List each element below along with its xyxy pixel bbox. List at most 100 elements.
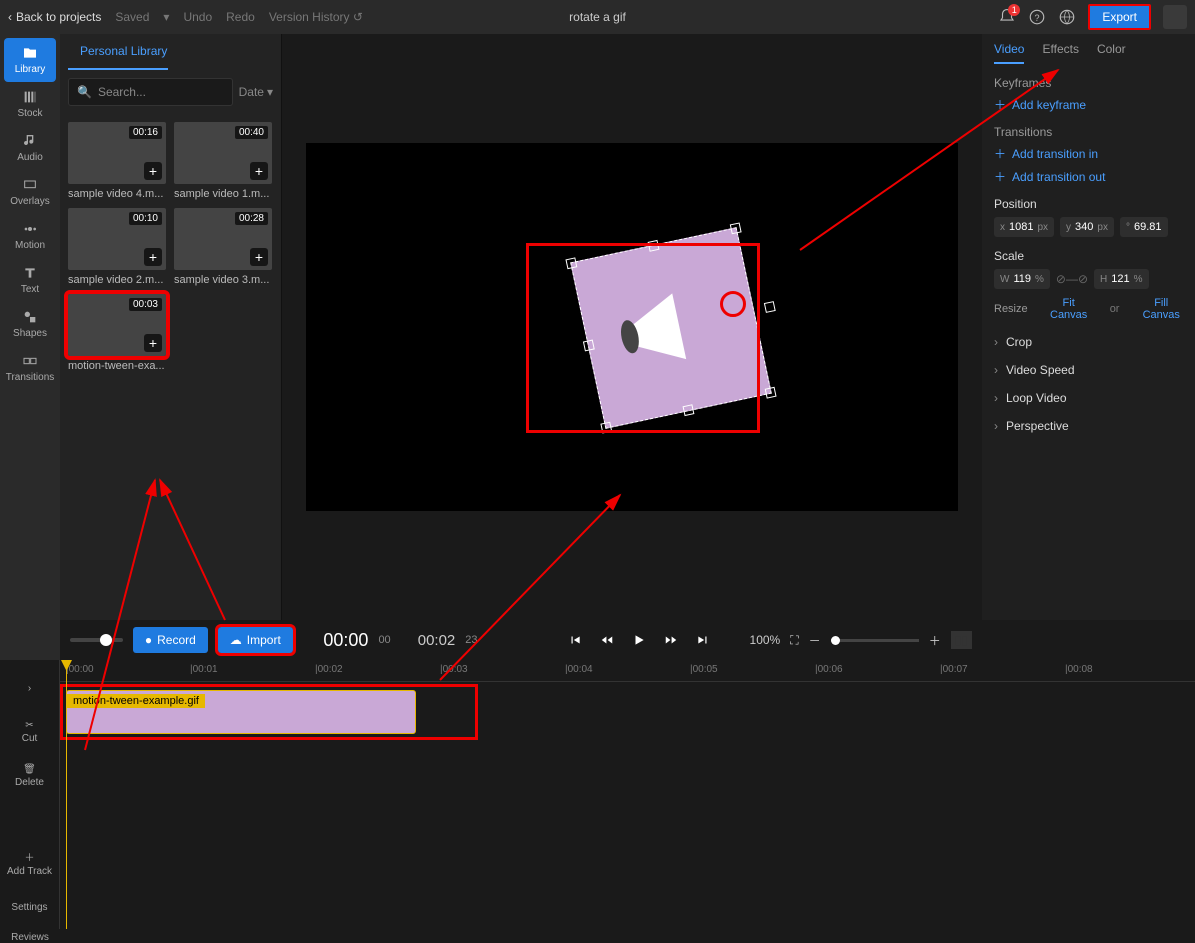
add-button[interactable]: + [144, 248, 162, 266]
accordion-crop[interactable]: Crop [994, 335, 1183, 349]
zoom-slider[interactable] [831, 639, 919, 642]
sidebar-tab-transitions[interactable]: Transitions [4, 346, 56, 390]
sidebar-tab-motion[interactable]: Motion [4, 214, 56, 258]
project-title[interactable]: rotate a gif [569, 10, 626, 24]
import-button[interactable]: ☁ Import [218, 627, 293, 653]
sidebar-label: Library [15, 64, 46, 75]
accordion-loop-video[interactable]: Loop Video [994, 391, 1183, 405]
skip-end-icon[interactable] [696, 633, 710, 647]
canvas[interactable] [306, 143, 958, 511]
collapse-button[interactable]: › [4, 666, 56, 710]
rotation-input[interactable]: °69.81 [1120, 217, 1168, 237]
fit-canvas-button[interactable]: Fit Canvas [1048, 297, 1090, 321]
timeline[interactable]: |00:00 |00:01 |00:02 |00:03 |00:04 |00:0… [60, 660, 1195, 929]
play-icon[interactable] [632, 633, 646, 647]
help-icon[interactable]: ? [1028, 8, 1046, 26]
library-item[interactable]: 00:10+sample video 2.m... [68, 208, 166, 286]
or-label: or [1110, 303, 1120, 315]
split-view-icon[interactable]: ▮▮ [951, 631, 972, 649]
version-history-button[interactable]: Version History ↺ [269, 10, 363, 24]
section-transitions: Transitions [994, 125, 1183, 139]
timeline-ruler[interactable]: |00:00 |00:01 |00:02 |00:03 |00:04 |00:0… [60, 660, 1195, 682]
delete-button[interactable]: 🗑Delete [4, 754, 56, 798]
sidebar-tab-text[interactable]: Text [4, 258, 56, 302]
fill-canvas-button[interactable]: Fill Canvas [1139, 297, 1183, 321]
record-button[interactable]: ●Record [133, 627, 208, 653]
duration-badge: 00:28 [235, 212, 268, 225]
redo-button[interactable]: Redo [226, 10, 255, 24]
position-x-input[interactable]: x1081px [994, 217, 1054, 237]
library-item[interactable]: 00:28+sample video 3.m... [174, 208, 272, 286]
add-track-button[interactable]: ＋Add Track [4, 841, 56, 885]
motion-icon [21, 221, 39, 237]
plus-icon: ＋ [994, 145, 1006, 162]
volume-slider[interactable] [70, 638, 123, 642]
trash-icon: 🗑 [23, 764, 36, 775]
scale-w-input[interactable]: W119% [994, 269, 1050, 289]
link-label: Add transition out [1012, 170, 1105, 184]
sidebar-label: Audio [17, 152, 43, 163]
add-button[interactable]: + [144, 334, 162, 352]
forward-icon[interactable] [664, 633, 678, 647]
overlays-icon [21, 177, 39, 193]
add-transition-in-button[interactable]: ＋ Add transition in [994, 145, 1183, 162]
library-item[interactable]: 00:16+sample video 4.m... [68, 122, 166, 200]
globe-icon[interactable] [1058, 8, 1076, 26]
add-button[interactable]: + [250, 162, 268, 180]
add-transition-out-button[interactable]: ＋Add transition out [994, 168, 1183, 185]
history-icon: ↺ [353, 10, 363, 24]
rewind-icon[interactable] [600, 633, 614, 647]
accordion-video-speed[interactable]: Video Speed [994, 363, 1183, 377]
properties-panel: Video Effects Color Keyframes ＋Add keyfr… [982, 34, 1195, 620]
back-label: Back to projects [16, 10, 101, 24]
back-button[interactable]: ‹ Back to projects [8, 10, 101, 24]
item-name: sample video 4.m... [68, 188, 166, 200]
cut-button[interactable]: ✂Cut [4, 710, 56, 754]
rotation-handle[interactable] [764, 301, 776, 313]
zoom-level: 100% [750, 633, 781, 647]
accordion-perspective[interactable]: Perspective [994, 419, 1183, 433]
section-keyframes: Keyframes [994, 76, 1183, 90]
search-input[interactable]: 🔍 Search... [68, 78, 233, 106]
cloud-icon: ☁ [230, 633, 242, 647]
library-item-selected[interactable]: 00:03+motion-tween-exa... [68, 294, 166, 372]
date-sort[interactable]: Date▾ [239, 85, 273, 99]
ruler-tick: |00:03 [440, 664, 468, 675]
search-icon: 🔍 [77, 85, 92, 99]
add-button[interactable]: + [144, 162, 162, 180]
settings-button[interactable]: Settings [4, 885, 56, 929]
undo-button[interactable]: Undo [183, 10, 212, 24]
export-button[interactable]: Export [1088, 4, 1151, 30]
sidebar-tab-library[interactable]: Library [4, 38, 56, 82]
value: 121 [1111, 273, 1129, 285]
sidebar-tab-audio[interactable]: Audio [4, 126, 56, 170]
fullscreen-icon[interactable]: ⛶ [790, 633, 798, 648]
scissors-icon: ✂ [25, 720, 33, 731]
import-label: Import [247, 633, 281, 647]
sidebar-tab-overlays[interactable]: Overlays [4, 170, 56, 214]
add-button[interactable]: + [250, 248, 268, 266]
preview-area [282, 34, 982, 620]
tab-effects[interactable]: Effects [1042, 42, 1078, 64]
link-label: Add transition in [1012, 147, 1098, 161]
add-keyframe-button[interactable]: ＋Add keyframe [994, 96, 1183, 113]
tab-video[interactable]: Video [994, 42, 1024, 64]
notifications-icon[interactable]: 1 [998, 8, 1016, 26]
position-y-input[interactable]: y340px [1060, 217, 1114, 237]
link-scale-icon[interactable]: ⊘—⊘ [1056, 272, 1088, 286]
saved-dropdown-icon[interactable]: ▾ [163, 10, 169, 24]
tab-color[interactable]: Color [1097, 42, 1126, 64]
playhead[interactable] [66, 660, 67, 929]
avatar[interactable] [1163, 5, 1187, 29]
skip-start-icon[interactable] [568, 633, 582, 647]
zoom-out-icon[interactable]: － [809, 632, 821, 649]
library-item[interactable]: 00:40+sample video 1.m... [174, 122, 272, 200]
zoom-in-icon[interactable]: ＋ [929, 632, 941, 649]
value: 69.81 [1134, 221, 1162, 233]
sidebar-tab-shapes[interactable]: Shapes [4, 302, 56, 346]
scale-h-input[interactable]: H121% [1094, 269, 1149, 289]
duration-badge: 00:40 [235, 126, 268, 139]
ruler-tick: |00:01 [190, 664, 218, 675]
library-tab[interactable]: Personal Library [68, 34, 168, 70]
sidebar-tab-stock[interactable]: Stock [4, 82, 56, 126]
